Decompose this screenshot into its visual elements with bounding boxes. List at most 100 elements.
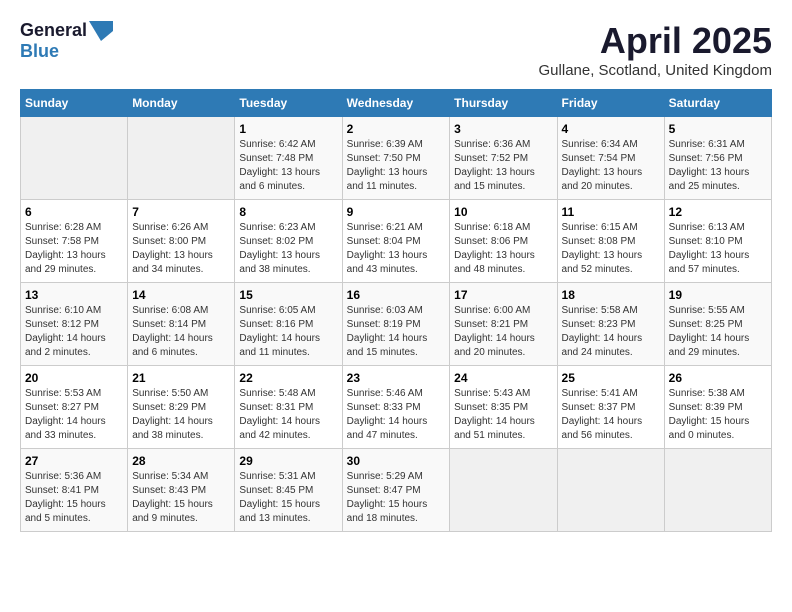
day-number: 3: [454, 122, 552, 136]
day-info: Sunrise: 6:00 AMSunset: 8:21 PMDaylight:…: [454, 304, 552, 360]
day-cell: 29Sunrise: 5:31 AMSunset: 8:45 PMDayligh…: [235, 449, 342, 532]
day-info: Sunrise: 6:15 AMSunset: 8:08 PMDaylight:…: [562, 221, 660, 277]
day-info: Sunrise: 6:21 AMSunset: 8:04 PMDaylight:…: [347, 221, 446, 277]
day-cell: 20 Sunrise: 5:53 AMSunset: 8:27 PMDayligh…: [21, 366, 128, 449]
day-info: Sunrise: 6:28 AMSunset: 7:58 PMDaylight:…: [25, 221, 123, 277]
header-day-thursday: Thursday: [450, 90, 557, 117]
day-number: 2: [347, 122, 446, 136]
day-info: Sunrise: 6:03 AMSunset: 8:19 PMDaylight:…: [347, 304, 446, 360]
title-block: April 2025 Gullane, Scotland, United Kin…: [539, 20, 772, 79]
day-info: Sunrise: 5:36 AMSunset: 8:41 PMDaylight:…: [25, 470, 123, 526]
day-number: 6: [25, 205, 123, 219]
header-day-wednesday: Wednesday: [342, 90, 450, 117]
calendar-table: SundayMondayTuesdayWednesdayThursdayFrid…: [20, 89, 772, 532]
day-number: 20: [25, 371, 123, 385]
header-day-sunday: Sunday: [21, 90, 128, 117]
day-number: 11: [562, 205, 660, 219]
day-cell: 28 Sunrise: 5:34 AMSunset: 8:43 PMDayligh…: [128, 449, 235, 532]
day-number: 7: [132, 205, 230, 219]
day-cell: 22 Sunrise: 5:48 AMSunset: 8:31 PMDayligh…: [235, 366, 342, 449]
page-header: General Blue April 2025 Gullane, Scotlan…: [20, 20, 772, 79]
day-number: 10: [454, 205, 552, 219]
day-number: 28: [132, 454, 230, 468]
day-number: 21: [132, 371, 230, 385]
day-info: Sunrise: 6:05 AMSunset: 8:16 PMDaylight:…: [239, 304, 337, 360]
month-title: April 2025: [539, 20, 772, 62]
day-info: Sunrise: 5:46 AMSunset: 8:33 PMDaylight:…: [347, 387, 446, 443]
day-cell: 5 Sunrise: 6:31 AMSunset: 7:56 PMDaylight…: [664, 117, 771, 200]
day-number: 9: [347, 205, 446, 219]
day-cell: 19Sunrise: 5:55 AMSunset: 8:25 PMDayligh…: [664, 283, 771, 366]
day-info: Sunrise: 5:34 AMSunset: 8:43 PMDaylight:…: [132, 470, 230, 526]
header-row: SundayMondayTuesdayWednesdayThursdayFrid…: [21, 90, 772, 117]
day-cell: 23Sunrise: 5:46 AMSunset: 8:33 PMDayligh…: [342, 366, 450, 449]
week-row-1: 1 Sunrise: 6:42 AMSunset: 7:48 PMDaylight…: [21, 117, 772, 200]
day-cell: [21, 117, 128, 200]
day-info: Sunrise: 6:26 AMSunset: 8:00 PMDaylight:…: [132, 221, 230, 277]
day-info: Sunrise: 5:53 AMSunset: 8:27 PMDaylight:…: [25, 387, 123, 443]
day-cell: 21 Sunrise: 5:50 AMSunset: 8:29 PMDayligh…: [128, 366, 235, 449]
day-cell: 6 Sunrise: 6:28 AMSunset: 7:58 PMDaylight…: [21, 200, 128, 283]
logo: General Blue: [20, 20, 113, 62]
day-cell: 16 Sunrise: 6:03 AMSunset: 8:19 PMDayligh…: [342, 283, 450, 366]
day-number: 12: [669, 205, 767, 219]
day-info: Sunrise: 6:18 AMSunset: 8:06 PMDaylight:…: [454, 221, 552, 277]
day-cell: 12 Sunrise: 6:13 AMSunset: 8:10 PMDayligh…: [664, 200, 771, 283]
day-info: Sunrise: 6:39 AMSunset: 7:50 PMDaylight:…: [347, 138, 446, 194]
day-info: Sunrise: 5:58 AMSunset: 8:23 PMDaylight:…: [562, 304, 660, 360]
day-number: 5: [669, 122, 767, 136]
day-number: 30: [347, 454, 446, 468]
day-info: Sunrise: 6:10 AMSunset: 8:12 PMDaylight:…: [25, 304, 123, 360]
day-info: Sunrise: 6:34 AMSunset: 7:54 PMDaylight:…: [562, 138, 660, 194]
location-subtitle: Gullane, Scotland, United Kingdom: [539, 62, 772, 79]
day-cell: 4Sunrise: 6:34 AMSunset: 7:54 PMDaylight…: [557, 117, 664, 200]
day-info: Sunrise: 6:36 AMSunset: 7:52 PMDaylight:…: [454, 138, 552, 194]
day-info: Sunrise: 6:08 AMSunset: 8:14 PMDaylight:…: [132, 304, 230, 360]
logo-text: General Blue: [20, 20, 113, 62]
day-number: 17: [454, 288, 552, 302]
week-row-5: 27 Sunrise: 5:36 AMSunset: 8:41 PMDayligh…: [21, 449, 772, 532]
day-number: 14: [132, 288, 230, 302]
day-info: Sunrise: 5:41 AMSunset: 8:37 PMDaylight:…: [562, 387, 660, 443]
day-cell: 2 Sunrise: 6:39 AMSunset: 7:50 PMDaylight…: [342, 117, 450, 200]
day-cell: [664, 449, 771, 532]
header-day-monday: Monday: [128, 90, 235, 117]
day-number: 26: [669, 371, 767, 385]
day-cell: 14 Sunrise: 6:08 AMSunset: 8:14 PMDayligh…: [128, 283, 235, 366]
day-info: Sunrise: 5:50 AMSunset: 8:29 PMDaylight:…: [132, 387, 230, 443]
day-info: Sunrise: 6:42 AMSunset: 7:48 PMDaylight:…: [239, 138, 337, 194]
week-row-2: 6 Sunrise: 6:28 AMSunset: 7:58 PMDaylight…: [21, 200, 772, 283]
day-number: 25: [562, 371, 660, 385]
day-number: 1: [239, 122, 337, 136]
day-info: Sunrise: 5:55 AMSunset: 8:25 PMDaylight:…: [669, 304, 767, 360]
day-cell: [557, 449, 664, 532]
day-info: Sunrise: 5:43 AMSunset: 8:35 PMDaylight:…: [454, 387, 552, 443]
day-number: 22: [239, 371, 337, 385]
day-number: 13: [25, 288, 123, 302]
day-number: 16: [347, 288, 446, 302]
day-number: 27: [25, 454, 123, 468]
day-info: Sunrise: 5:48 AMSunset: 8:31 PMDaylight:…: [239, 387, 337, 443]
week-row-3: 13 Sunrise: 6:10 AMSunset: 8:12 PMDayligh…: [21, 283, 772, 366]
header-day-tuesday: Tuesday: [235, 90, 342, 117]
calendar-header: SundayMondayTuesdayWednesdayThursdayFrid…: [21, 90, 772, 117]
week-row-4: 20 Sunrise: 5:53 AMSunset: 8:27 PMDayligh…: [21, 366, 772, 449]
day-cell: 3 Sunrise: 6:36 AMSunset: 7:52 PMDaylight…: [450, 117, 557, 200]
day-cell: 25 Sunrise: 5:41 AMSunset: 8:37 PMDayligh…: [557, 366, 664, 449]
day-number: 29: [239, 454, 337, 468]
logo-icon: [89, 21, 113, 41]
day-info: Sunrise: 6:31 AMSunset: 7:56 PMDaylight:…: [669, 138, 767, 194]
calendar-body: 1 Sunrise: 6:42 AMSunset: 7:48 PMDaylight…: [21, 117, 772, 532]
day-info: Sunrise: 6:13 AMSunset: 8:10 PMDaylight:…: [669, 221, 767, 277]
day-number: 18: [562, 288, 660, 302]
day-info: Sunrise: 5:38 AMSunset: 8:39 PMDaylight:…: [669, 387, 767, 443]
day-cell: 27 Sunrise: 5:36 AMSunset: 8:41 PMDayligh…: [21, 449, 128, 532]
day-info: Sunrise: 6:23 AMSunset: 8:02 PMDaylight:…: [239, 221, 337, 277]
day-cell: 30Sunrise: 5:29 AMSunset: 8:47 PMDayligh…: [342, 449, 450, 532]
day-cell: [128, 117, 235, 200]
day-cell: 13 Sunrise: 6:10 AMSunset: 8:12 PMDayligh…: [21, 283, 128, 366]
day-cell: 26 Sunrise: 5:38 AMSunset: 8:39 PMDayligh…: [664, 366, 771, 449]
header-day-saturday: Saturday: [664, 90, 771, 117]
header-day-friday: Friday: [557, 90, 664, 117]
day-cell: 10 Sunrise: 6:18 AMSunset: 8:06 PMDayligh…: [450, 200, 557, 283]
